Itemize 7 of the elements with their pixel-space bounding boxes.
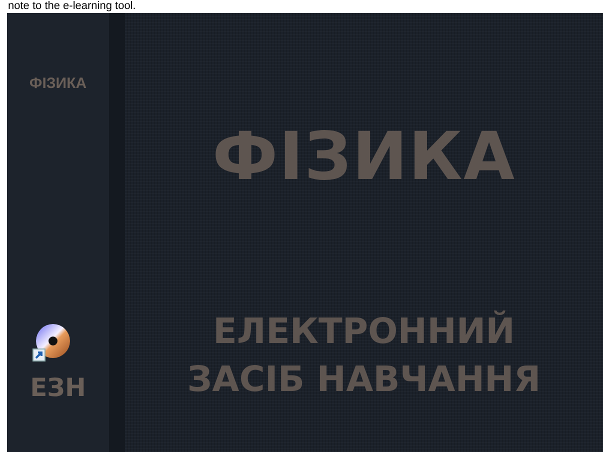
cover-title: ФІЗИКА xyxy=(212,118,516,195)
caption-text: note to the e-learning tool. xyxy=(8,0,136,13)
spine-abbreviation: ЕЗН xyxy=(30,373,86,402)
disc-shortcut-icon[interactable] xyxy=(32,323,70,363)
cover-subtitle: ЗАСІБ НАВЧАННЯ xyxy=(187,359,541,402)
spine-title: ФІЗИКА xyxy=(29,75,87,92)
cover-subtitle: ЕЛЕКТРОННИЙ xyxy=(213,310,515,354)
